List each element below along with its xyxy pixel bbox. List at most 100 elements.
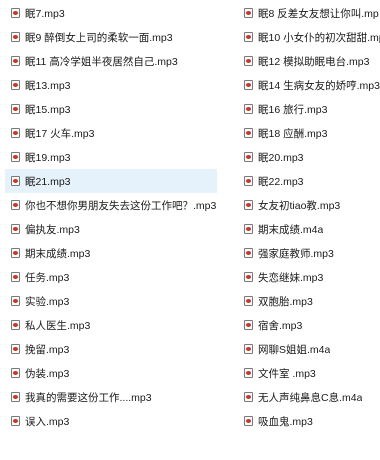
file-item[interactable]: 眠22.mp3 [238, 169, 380, 193]
file-grid: 眠7.mp3 眠9 醉倒女上司的柔软一面.mp3 眠11 高冷学姐半夜居然自己.mp… [0, 0, 380, 460]
file-name: 眠22.mp3 [258, 175, 304, 188]
file-name: 眠14 生病女友的娇哼.mp3 [258, 79, 380, 92]
file-name: 眠18 应酬.mp3 [258, 127, 328, 140]
file-name: 你也不想你男朋友失去这份工作吧？.mp3 [25, 199, 217, 212]
file-item[interactable]: 眠19.mp3 [5, 145, 217, 169]
audio-file-icon [244, 272, 253, 282]
file-name: 实验.mp3 [25, 295, 70, 308]
audio-file-icon [11, 152, 20, 162]
file-name: 双胞胎.mp3 [258, 295, 313, 308]
file-item[interactable]: 强家庭教师.mp3 [238, 241, 380, 265]
file-name: 眠17 火车.mp3 [25, 127, 95, 140]
audio-file-icon [244, 56, 253, 66]
audio-file-icon [244, 8, 253, 18]
file-item[interactable]: 文件室 .mp3 [238, 361, 380, 385]
file-name: 宿舍.mp3 [258, 319, 303, 332]
file-item[interactable]: 伪装.mp3 [5, 361, 217, 385]
audio-file-icon [244, 368, 253, 378]
audio-file-icon [11, 224, 20, 234]
file-name: 眠19.mp3 [25, 151, 71, 164]
file-item[interactable]: 实验.mp3 [5, 289, 217, 313]
audio-file-icon [244, 176, 253, 186]
audio-file-icon [11, 296, 20, 306]
file-name: 吸血鬼.mp3 [258, 415, 313, 428]
file-item[interactable]: 挽留.mp3 [5, 337, 217, 361]
audio-file-icon [11, 368, 20, 378]
audio-file-icon [244, 296, 253, 306]
file-item[interactable]: 网聊S姐姐.m4a [238, 337, 380, 361]
audio-file-icon [11, 80, 20, 90]
file-name: 期末成绩.mp3 [25, 247, 91, 260]
audio-file-icon [11, 416, 20, 426]
file-name: 挽留.mp3 [25, 343, 70, 356]
audio-file-icon [11, 272, 20, 282]
file-item[interactable]: 期末成绩.mp3 [5, 241, 217, 265]
file-name: 眠11 高冷学姐半夜居然自己.mp3 [25, 55, 178, 68]
audio-file-icon [11, 176, 20, 186]
file-column-left: 眠7.mp3 眠9 醉倒女上司的柔软一面.mp3 眠11 高冷学姐半夜居然自己.mp… [5, 1, 217, 433]
file-item[interactable]: 眠20.mp3 [238, 145, 380, 169]
audio-file-icon [244, 104, 253, 114]
file-item[interactable]: 眠10 小女仆的初次甜甜.mp [238, 25, 380, 49]
file-item[interactable]: 眠11 高冷学姐半夜居然自己.mp3 [5, 49, 217, 73]
file-list-pane: 眠7.mp3 眠9 醉倒女上司的柔软一面.mp3 眠11 高冷学姐半夜居然自己.mp… [0, 0, 380, 460]
file-name: 眠7.mp3 [25, 7, 65, 20]
file-column-right: 眠8 反差女友想让你叫.mp 眠10 小女仆的初次甜甜.mp 眠12 模拟助眠电台.… [238, 1, 380, 433]
file-item[interactable]: 我真的需要这份工作....mp3 [5, 385, 217, 409]
audio-file-icon [244, 80, 253, 90]
audio-file-icon [244, 416, 253, 426]
file-name: 失恋继妹.mp3 [258, 271, 324, 284]
audio-file-icon [11, 248, 20, 258]
file-item[interactable]: 女友初tiao教.mp3 [238, 193, 380, 217]
file-item[interactable]: 眠9 醉倒女上司的柔软一面.mp3 [5, 25, 217, 49]
file-name: 强家庭教师.mp3 [258, 247, 334, 260]
file-item[interactable]: 眠21.mp3 [5, 169, 217, 193]
file-item[interactable]: 双胞胎.mp3 [238, 289, 380, 313]
file-item[interactable]: 失恋继妹.mp3 [238, 265, 380, 289]
audio-file-icon [244, 344, 253, 354]
file-item[interactable]: 私人医生.mp3 [5, 313, 217, 337]
file-item[interactable]: 偏执友.mp3 [5, 217, 217, 241]
file-name: 误入.mp3 [25, 415, 70, 428]
file-item[interactable]: 眠17 火车.mp3 [5, 121, 217, 145]
file-item[interactable]: 无人声纯鼻息C息.m4a [238, 385, 380, 409]
audio-file-icon [11, 392, 20, 402]
audio-file-icon [11, 32, 20, 42]
file-name: 文件室 .mp3 [258, 367, 316, 380]
file-item[interactable]: 眠18 应酬.mp3 [238, 121, 380, 145]
file-item[interactable]: 眠8 反差女友想让你叫.mp [238, 1, 380, 25]
audio-file-icon [11, 320, 20, 330]
file-item[interactable]: 眠13.mp3 [5, 73, 217, 97]
file-name: 偏执友.mp3 [25, 223, 80, 236]
file-item[interactable]: 任务.mp3 [5, 265, 217, 289]
audio-file-icon [244, 248, 253, 258]
file-item[interactable]: 眠7.mp3 [5, 1, 217, 25]
file-name: 眠20.mp3 [258, 151, 304, 164]
audio-file-icon [11, 8, 20, 18]
file-name: 无人声纯鼻息C息.m4a [258, 391, 363, 404]
file-item[interactable]: 吸血鬼.mp3 [238, 409, 380, 433]
file-name: 网聊S姐姐.m4a [258, 343, 331, 356]
audio-file-icon [244, 128, 253, 138]
audio-file-icon [244, 224, 253, 234]
audio-file-icon [11, 200, 20, 210]
file-name: 眠13.mp3 [25, 79, 71, 92]
file-item[interactable]: 眠16 旅行.mp3 [238, 97, 380, 121]
file-item[interactable]: 眠14 生病女友的娇哼.mp3 [238, 73, 380, 97]
file-item[interactable]: 你也不想你男朋友失去这份工作吧？.mp3 [5, 193, 217, 217]
file-item[interactable]: 眠12 模拟助眠电台.mp3 [238, 49, 380, 73]
file-name: 伪装.mp3 [25, 367, 70, 380]
file-name: 任务.mp3 [25, 271, 70, 284]
file-item[interactable]: 误入.mp3 [5, 409, 217, 433]
audio-file-icon [244, 200, 253, 210]
audio-file-icon [11, 104, 20, 114]
audio-file-icon [244, 152, 253, 162]
file-name: 眠21.mp3 [25, 175, 71, 188]
file-name: 女友初tiao教.mp3 [258, 199, 341, 212]
file-item[interactable]: 眠15.mp3 [5, 97, 217, 121]
file-item[interactable]: 宿舍.mp3 [238, 313, 380, 337]
audio-file-icon [11, 56, 20, 66]
file-item[interactable]: 期末成绩.m4a [238, 217, 380, 241]
file-name: 眠8 反差女友想让你叫.mp [258, 7, 379, 20]
file-name: 眠12 模拟助眠电台.mp3 [258, 55, 370, 68]
